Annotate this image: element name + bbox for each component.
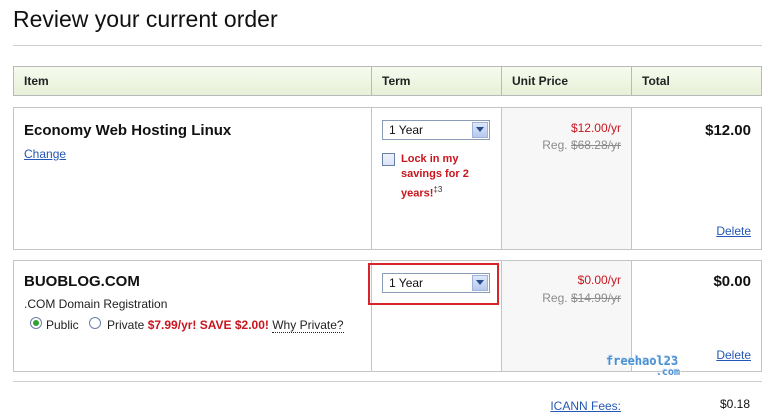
icann-fees-value: $0.18: [719, 397, 750, 411]
item-cell: Economy Web Hosting Linux Change: [14, 108, 372, 249]
term-select[interactable]: 1 Year: [382, 120, 490, 140]
header-unit-price: Unit Price: [502, 67, 632, 95]
order-row-hosting: Economy Web Hosting Linux Change 1 Year …: [13, 107, 762, 250]
order-table-header: Item Term Unit Price Total: [13, 66, 762, 96]
row-total: $12.00: [705, 122, 751, 139]
why-private-link[interactable]: Why Private?: [272, 318, 344, 333]
item-name: BUOBLOG.COM: [24, 273, 140, 290]
total-cell: $12.00 Delete: [632, 108, 761, 249]
highlight-box: [368, 263, 499, 305]
watermark-text: freehaol23: [606, 354, 679, 368]
unit-price: $12.00/yr: [570, 121, 621, 135]
privacy-public-label: Public: [46, 318, 79, 332]
icann-fees-link[interactable]: ICANN Fees:: [550, 399, 621, 413]
privacy-private-label: Private: [107, 318, 145, 332]
regular-price-prefix: Reg.: [542, 138, 568, 152]
unit-price-cell: $12.00/yr Reg. $68.28/yr: [502, 108, 632, 249]
regular-price-prefix: Reg.: [542, 291, 568, 305]
header-item: Item: [14, 67, 372, 95]
term-select-value: 1 Year: [389, 123, 424, 137]
page-title: Review your current order: [13, 6, 278, 32]
privacy-public-radio[interactable]: [30, 317, 42, 329]
title-divider: [13, 45, 762, 46]
delete-link[interactable]: Delete: [716, 348, 751, 362]
change-link[interactable]: Change: [24, 147, 66, 161]
privacy-private-radio[interactable]: [89, 317, 101, 329]
header-total: Total: [642, 74, 670, 88]
regular-price-value: $14.99/yr: [570, 291, 621, 305]
regular-price: Reg. $68.28/yr: [542, 138, 621, 152]
privacy-promo: $7.99/yr! SAVE $2.00!: [147, 318, 269, 332]
fees-divider: [13, 381, 762, 382]
item-description: .COM Domain Registration: [24, 297, 168, 311]
item-name: Economy Web Hosting Linux: [24, 122, 232, 139]
watermark: freehaol23 .com: [606, 354, 680, 378]
privacy-private-option: Private $7.99/yr! SAVE $2.00! Why Privat…: [107, 318, 344, 333]
term-cell: 1 Year Lock in my savings for 2 years!‡3: [372, 108, 502, 249]
regular-price: Reg. $14.99/yr: [542, 291, 621, 305]
delete-link[interactable]: Delete: [716, 224, 751, 238]
lock-footnote: ‡3: [433, 185, 443, 194]
row-total: $0.00: [713, 273, 751, 290]
header-term: Term: [372, 67, 502, 95]
regular-price-value: $68.28/yr: [570, 138, 621, 152]
watermark-suffix: .com: [656, 367, 681, 378]
unit-price: $0.00/yr: [577, 273, 621, 287]
lock-savings-label: Lock in my savings for 2 years!‡3: [401, 152, 491, 202]
chevron-down-icon: [472, 122, 488, 138]
lock-savings-checkbox[interactable]: [382, 153, 395, 166]
item-cell: BUOBLOG.COM .COM Domain Registration Pub…: [14, 261, 372, 371]
